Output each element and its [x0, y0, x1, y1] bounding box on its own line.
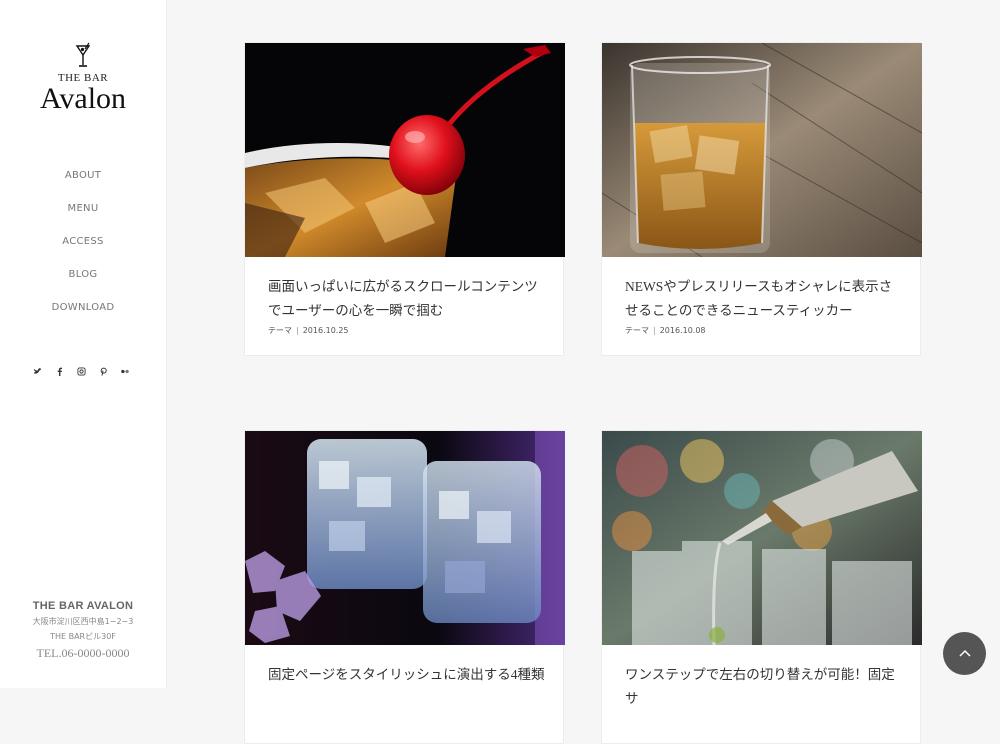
social-links [32, 367, 130, 379]
meta-separator: | [296, 326, 299, 335]
twitter-icon[interactable] [32, 367, 42, 379]
post-category[interactable]: テーマ [625, 326, 649, 335]
post-date: 2016.10.08 [659, 326, 706, 335]
pinterest-icon[interactable] [98, 367, 108, 379]
post-card[interactable]: 固定ページをスタイリッシュに演出する4種類 [244, 430, 565, 744]
flickr-icon[interactable] [120, 367, 130, 379]
post-title[interactable]: 画面いっぱいに広がるスクロールコンテンツでユーザーの心を一瞬で掴む [268, 275, 548, 323]
post-date: 2016.10.25 [302, 326, 349, 335]
facebook-icon[interactable] [54, 367, 64, 379]
footer-address: 大阪市淀川区西中島1−2−3 [32, 617, 134, 626]
logo-title: Avalon [39, 82, 127, 115]
chevron-up-icon [958, 649, 971, 657]
post-thumbnail-ice-glasses[interactable] [245, 431, 565, 645]
sidebar: THE BAR Avalon ABOUT MENU ACCESS BLOG DO… [0, 0, 167, 688]
meta-separator: | [653, 326, 656, 335]
main-nav: ABOUT MENU ACCESS BLOG DOWNLOAD [0, 168, 166, 333]
sidebar-footer: THE BAR AVALON 大阪市淀川区西中島1−2−3 THE BARビル3… [0, 600, 166, 661]
nav-item-download[interactable]: DOWNLOAD [0, 300, 166, 333]
post-card[interactable]: 画面いっぱいに広がるスクロールコンテンツでユーザーの心を一瞬で掴む テーマ | 20… [244, 42, 565, 356]
post-meta: テーマ | 2016.10.08 [625, 325, 706, 336]
post-title[interactable]: 固定ページをスタイリッシュに演出する4種類 [268, 663, 548, 687]
post-thumbnail-cocktail-cherry[interactable] [245, 43, 565, 257]
site-logo[interactable]: THE BAR Avalon [0, 42, 166, 114]
nav-item-about[interactable]: ABOUT [0, 168, 166, 201]
footer-bar-name: THE BAR AVALON [32, 600, 134, 612]
post-card[interactable]: NEWSやプレスリリースもオシャレに表示させることのできるニュースティッカー テ… [601, 42, 922, 356]
post-card[interactable]: ワンステップで左右の切り替えが可能！固定サ [601, 430, 922, 744]
nav-item-access[interactable]: ACCESS [0, 234, 166, 267]
post-category[interactable]: テーマ [268, 326, 292, 335]
nav-item-menu[interactable]: MENU [0, 201, 166, 234]
cocktail-glass-icon [75, 42, 91, 67]
instagram-icon[interactable] [76, 367, 86, 379]
post-title[interactable]: NEWSやプレスリリースもオシャレに表示させることのできるニュースティッカー [625, 275, 905, 323]
nav-item-blog[interactable]: BLOG [0, 267, 166, 300]
post-title[interactable]: ワンステップで左右の切り替えが可能！固定サ [625, 663, 905, 711]
post-thumbnail-whisky-glass[interactable] [602, 43, 922, 257]
post-meta: テーマ | 2016.10.25 [268, 325, 349, 336]
footer-phone[interactable]: TEL.06-0000-0000 [0, 646, 166, 661]
scroll-to-top-button[interactable] [943, 632, 986, 675]
post-thumbnail-pouring-bottle[interactable] [602, 431, 922, 645]
footer-building: THE BARビル30F [50, 632, 116, 641]
